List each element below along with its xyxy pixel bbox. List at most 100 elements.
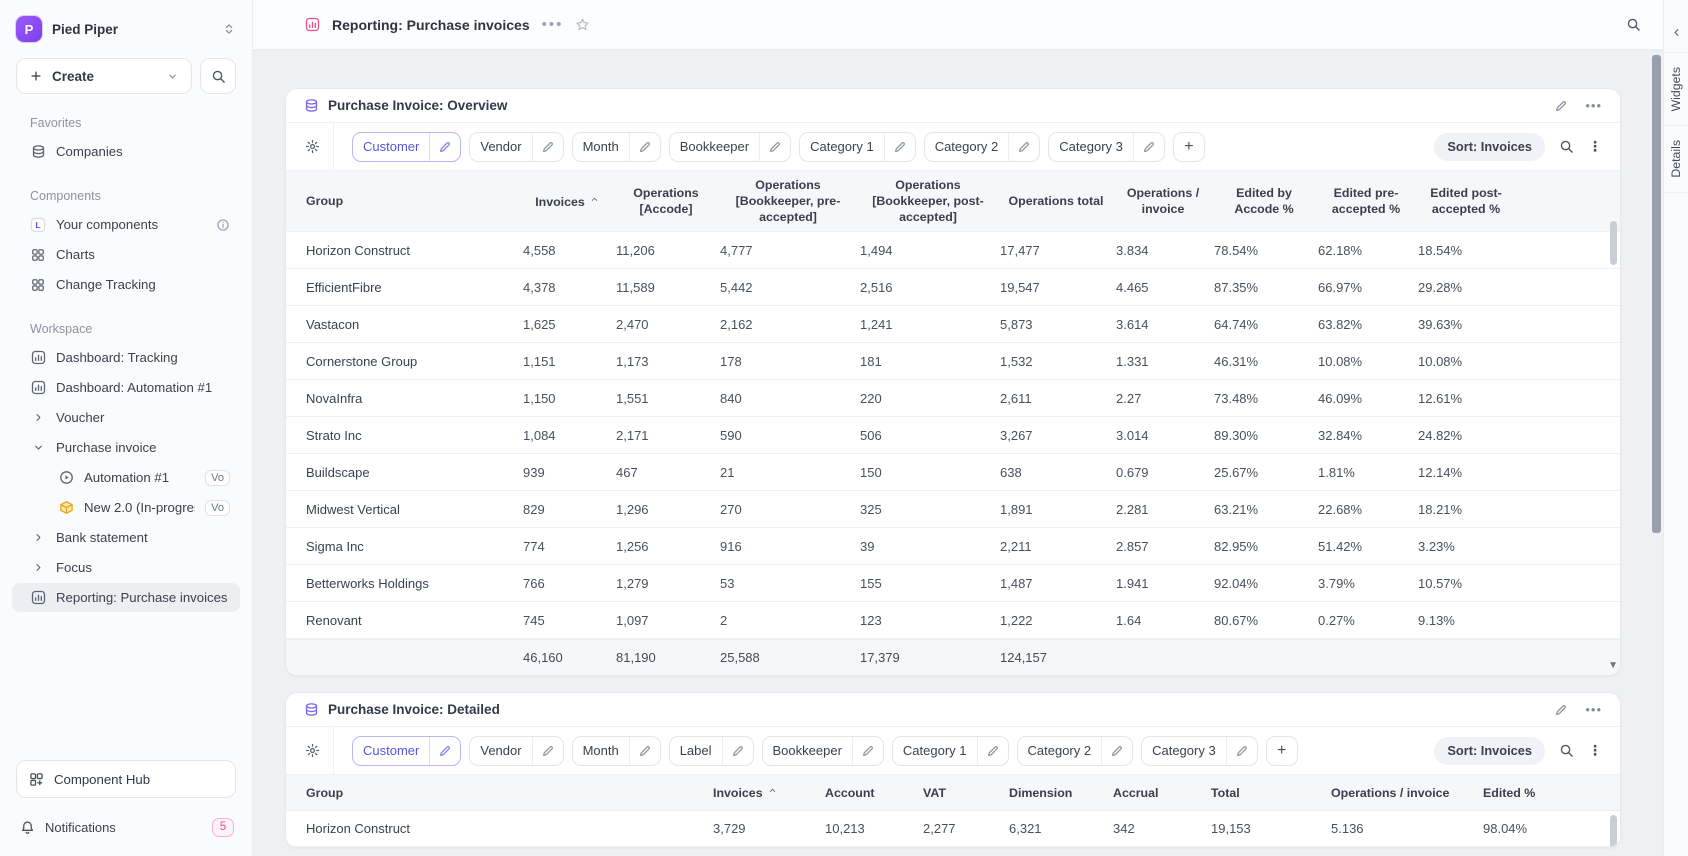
sidebar-item-focus[interactable]: Focus (12, 553, 240, 582)
sidebar-item-purchase-invoice[interactable]: Purchase invoice (12, 433, 240, 462)
pencil-icon[interactable] (1226, 737, 1257, 765)
pencil-icon[interactable] (532, 133, 563, 161)
sort-button[interactable]: Sort: Invoices (1434, 737, 1545, 765)
filter-chip-label[interactable]: Label (669, 736, 754, 766)
table-scrollbar-thumb[interactable] (1610, 221, 1617, 265)
sidebar-item-your-components[interactable]: LYour components (12, 210, 240, 239)
table-row[interactable]: Midwest Vertical8291,2962703251,8912.281… (286, 491, 1620, 528)
kebab-menu-icon[interactable]: ⋮ (1588, 742, 1602, 759)
filter-chip-bookkeeper[interactable]: Bookkeeper (669, 132, 791, 162)
collapse-panel-button[interactable] (1664, 12, 1688, 52)
table-scrollbar-thumb[interactable] (1610, 815, 1617, 848)
column-header-vat[interactable]: VAT (921, 779, 1007, 807)
topbar-search-icon[interactable] (1626, 17, 1641, 32)
pencil-icon[interactable] (852, 737, 883, 765)
page-menu-button[interactable]: ••• (542, 16, 564, 33)
edit-card-button[interactable] (1554, 703, 1568, 717)
filter-chip-month[interactable]: Month (572, 736, 661, 766)
kebab-menu-icon[interactable]: ⋮ (1588, 138, 1602, 155)
table-row[interactable]: Buildscape939467211506380.67925.67%1.81%… (286, 454, 1620, 491)
filter-chip-category-3[interactable]: Category 3 (1048, 132, 1165, 162)
column-header-group[interactable]: Group (286, 779, 711, 807)
pencil-icon[interactable] (629, 133, 660, 161)
rail-tab-details[interactable]: Details (1664, 125, 1688, 192)
pencil-icon[interactable] (759, 133, 790, 161)
add-filter-button[interactable]: + (1173, 132, 1205, 162)
column-header-invoices[interactable]: Invoices (521, 187, 614, 216)
star-icon[interactable] (575, 17, 590, 32)
sidebar-search-button[interactable] (200, 58, 236, 94)
column-header-accrual[interactable]: Accrual (1111, 779, 1209, 807)
pencil-icon[interactable] (1133, 133, 1164, 161)
column-header-edited-post-accepted[interactable]: Edited post-accepted % (1416, 179, 1516, 223)
column-header-operations-total[interactable]: Operations total (998, 187, 1114, 215)
filter-chip-category-1[interactable]: Category 1 (892, 736, 1009, 766)
pencil-icon[interactable] (532, 737, 563, 765)
component-hub-button[interactable]: Component Hub (16, 760, 236, 798)
column-header-account[interactable]: Account (823, 779, 921, 807)
filter-chip-vendor[interactable]: Vendor (469, 132, 563, 162)
sidebar-item-charts[interactable]: Charts (12, 240, 240, 269)
table-row[interactable]: Sigma Inc7741,256916392,2112.85782.95%51… (286, 528, 1620, 565)
column-header-dimension[interactable]: Dimension (1007, 779, 1111, 807)
table-row[interactable]: Vastacon1,6252,4702,1621,2415,8733.61464… (286, 306, 1620, 343)
sidebar-item-bank-statement[interactable]: Bank statement (12, 523, 240, 552)
rail-tab-widgets[interactable]: Widgets (1664, 52, 1688, 125)
filter-chip-customer[interactable]: Customer (352, 132, 461, 162)
table-search-icon[interactable] (1559, 743, 1574, 758)
pencil-icon[interactable] (977, 737, 1008, 765)
main-scrollbar[interactable] (1652, 55, 1661, 533)
sidebar-item-automation-1[interactable]: Automation #1Vo (12, 463, 240, 492)
sidebar-item-reporting-purchase-invoices[interactable]: Reporting: Purchase invoices (12, 583, 240, 612)
pencil-icon[interactable] (429, 133, 460, 161)
table-row[interactable]: EfficientFibre4,37811,5895,4422,51619,54… (286, 269, 1620, 306)
column-header-invoices[interactable]: Invoices (711, 778, 823, 807)
table-scroll-down-icon[interactable]: ▼ (1608, 660, 1618, 671)
pencil-icon[interactable] (722, 737, 753, 765)
column-header-total[interactable]: Total (1209, 779, 1329, 807)
workspace-selector-icon[interactable] (222, 22, 236, 36)
column-header-edited-by-accode[interactable]: Edited by Accode % (1212, 179, 1316, 223)
filter-chip-vendor[interactable]: Vendor (469, 736, 563, 766)
sidebar-item-new-2-0-in-progress[interactable]: New 2.0 (In-progress)Vo (12, 493, 240, 522)
sidebar-item-dashboard-tracking[interactable]: Dashboard: Tracking (12, 343, 240, 372)
filter-chip-customer[interactable]: Customer (352, 736, 461, 766)
table-row[interactable]: NovaInfra1,1501,5518402202,6112.2773.48%… (286, 380, 1620, 417)
gear-icon[interactable] (300, 123, 334, 170)
table-row[interactable]: Horizon Construct4,55811,2064,7771,49417… (286, 232, 1620, 269)
pencil-icon[interactable] (884, 133, 915, 161)
column-header-edited-pre-accepted[interactable]: Edited pre-accepted % (1316, 179, 1416, 223)
filter-chip-category-2[interactable]: Category 2 (1017, 736, 1134, 766)
sidebar-item-voucher[interactable]: Voucher (12, 403, 240, 432)
create-button[interactable]: Create (16, 58, 192, 94)
notifications-item[interactable]: Notifications 5 (16, 812, 236, 842)
sidebar-item-dashboard-automation-1[interactable]: Dashboard: Automation #1 (12, 373, 240, 402)
filter-chip-category-2[interactable]: Category 2 (924, 132, 1041, 162)
sort-button[interactable]: Sort: Invoices (1434, 133, 1545, 161)
pencil-icon[interactable] (1101, 737, 1132, 765)
table-row[interactable]: Betterworks Holdings7661,279531551,4871.… (286, 565, 1620, 602)
table-row[interactable]: Strato Inc1,0842,1715905063,2673.01489.3… (286, 417, 1620, 454)
filter-chip-bookkeeper[interactable]: Bookkeeper (762, 736, 884, 766)
gear-icon[interactable] (300, 727, 334, 774)
table-search-icon[interactable] (1559, 139, 1574, 154)
edit-card-button[interactable] (1554, 99, 1568, 113)
column-header-group[interactable]: Group (286, 187, 521, 215)
pencil-icon[interactable] (429, 737, 460, 765)
column-header-edited[interactable]: Edited % (1481, 779, 1596, 807)
filter-chip-month[interactable]: Month (572, 132, 661, 162)
filter-chip-category-3[interactable]: Category 3 (1141, 736, 1258, 766)
column-header-operations-bookkeeper-post-accepted[interactable]: Operations [Bookkeeper, post-accepted] (858, 171, 998, 231)
column-header-operations-bookkeeper-pre-accepted[interactable]: Operations [Bookkeeper, pre-accepted] (718, 171, 858, 231)
filter-chip-category-1[interactable]: Category 1 (799, 132, 916, 162)
table-row[interactable]: Renovant7451,09721231,2221.6480.67%0.27%… (286, 602, 1620, 639)
card-menu-button[interactable]: ••• (1585, 702, 1602, 717)
pencil-icon[interactable] (629, 737, 660, 765)
card-menu-button[interactable]: ••• (1585, 98, 1602, 113)
add-filter-button[interactable]: + (1266, 736, 1298, 766)
workspace-switcher[interactable]: P Pied Piper (0, 12, 252, 44)
info-icon[interactable] (216, 218, 230, 232)
table-row[interactable]: Horizon Construct3,72910,2132,2776,32134… (286, 811, 1620, 847)
column-header-operations-invoice[interactable]: Operations / invoice (1114, 179, 1212, 223)
column-header-operations-accode[interactable]: Operations [Accode] (614, 179, 718, 223)
